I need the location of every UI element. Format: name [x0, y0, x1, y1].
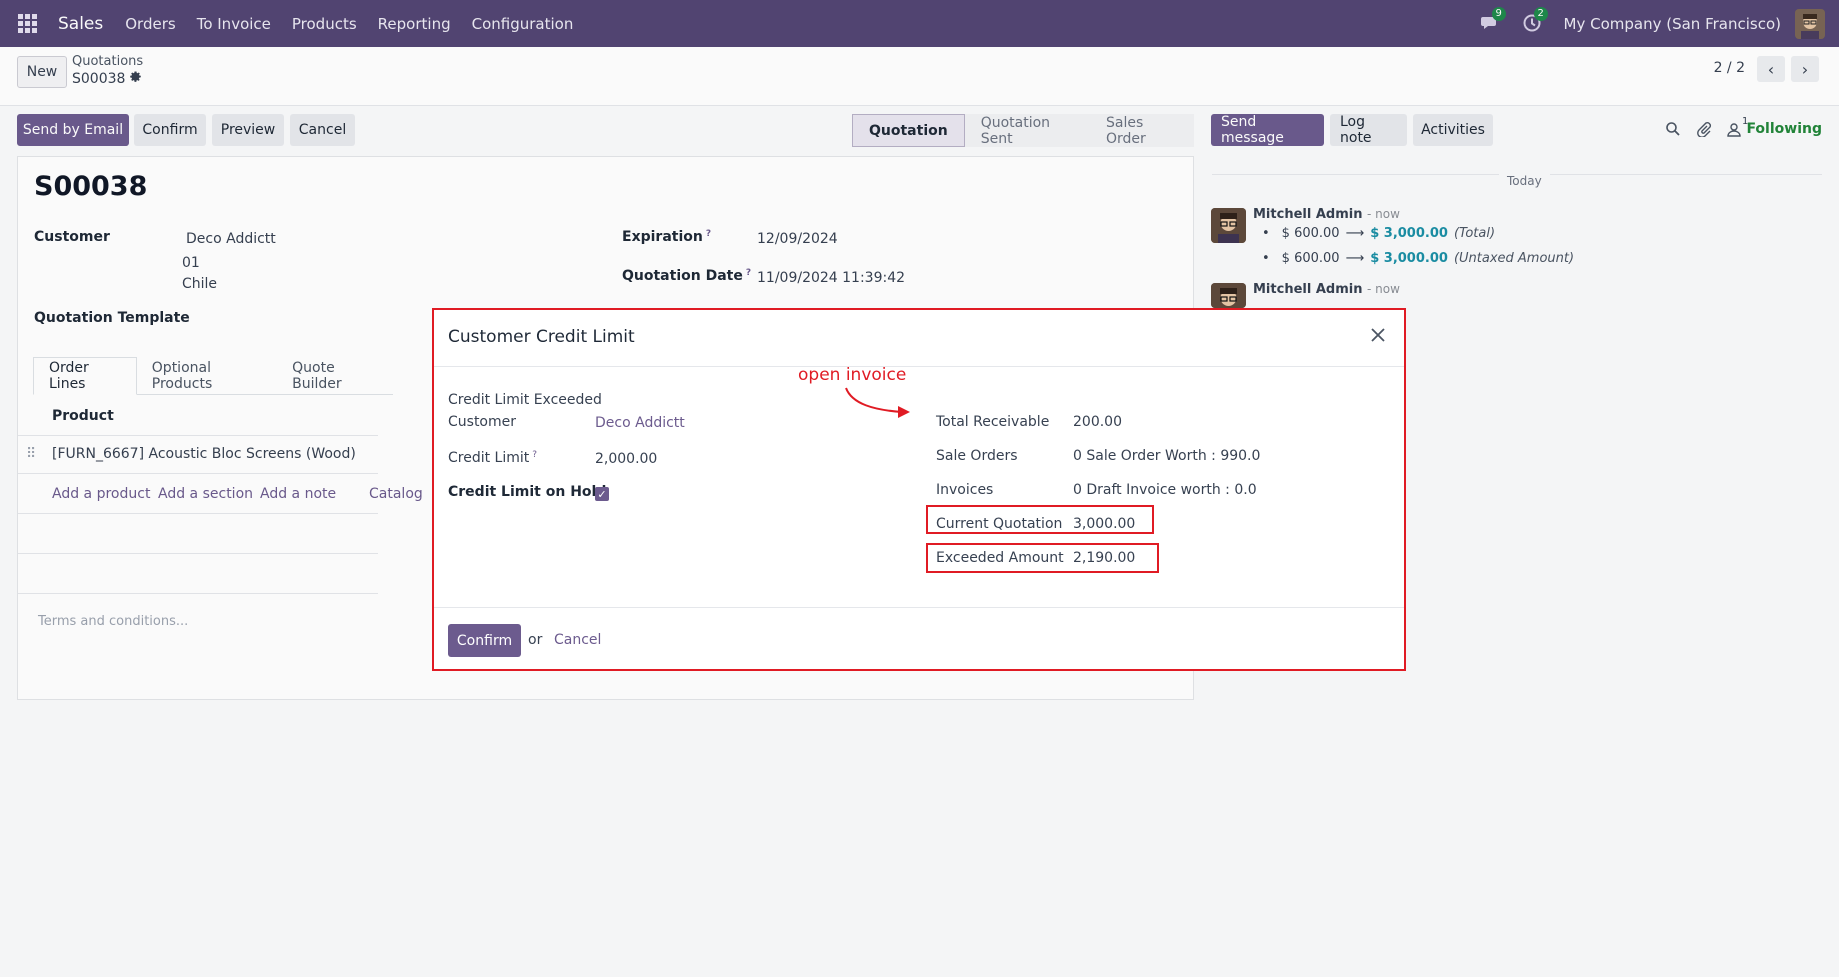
dialog-header: Customer Credit Limit [434, 310, 1404, 367]
annotation-text: open invoice [798, 365, 907, 385]
dialog-confirm-button[interactable]: Confirm [448, 624, 521, 657]
credit-limit-dialog: Customer Credit Limit open invoice Credi… [432, 308, 1406, 671]
credit-limit-label: Credit Limit? [448, 450, 538, 466]
sale-orders-value: 0 Sale Order Worth : 990.0 [1073, 448, 1261, 464]
annotation-arrow-icon [845, 387, 910, 418]
credit-limit-on-hold-checkbox[interactable]: ✓ [595, 487, 609, 501]
exceeded-amount-value: 2,190.00 [1073, 550, 1136, 566]
credit-limit-exceeded-label: Credit Limit Exceeded [448, 392, 602, 408]
credit-limit-on-hold-label: Credit Limit on Hold [448, 484, 607, 500]
credit-limit-value[interactable]: 2,000.00 [595, 451, 657, 467]
customer-label: Customer [448, 414, 517, 430]
close-icon[interactable] [1366, 323, 1392, 349]
sale-orders-label: Sale Orders [936, 448, 1018, 464]
or-text: or [528, 632, 543, 648]
exceeded-amount-label: Exceeded Amount [936, 550, 1064, 566]
current-quotation-value: 3,000.00 [1073, 516, 1136, 532]
total-receivable-value: 200.00 [1073, 414, 1122, 430]
dialog-footer: Confirm or Cancel [434, 607, 1404, 669]
customer-link[interactable]: Deco Addictt [595, 415, 685, 431]
current-quotation-label: Current Quotation [936, 516, 1063, 532]
dialog-title: Customer Credit Limit [448, 327, 635, 347]
invoices-value: 0 Draft Invoice worth : 0.0 [1073, 482, 1257, 498]
total-receivable-label: Total Receivable [936, 414, 1050, 430]
invoices-label: Invoices [936, 482, 994, 498]
dialog-cancel-link[interactable]: Cancel [554, 632, 601, 648]
